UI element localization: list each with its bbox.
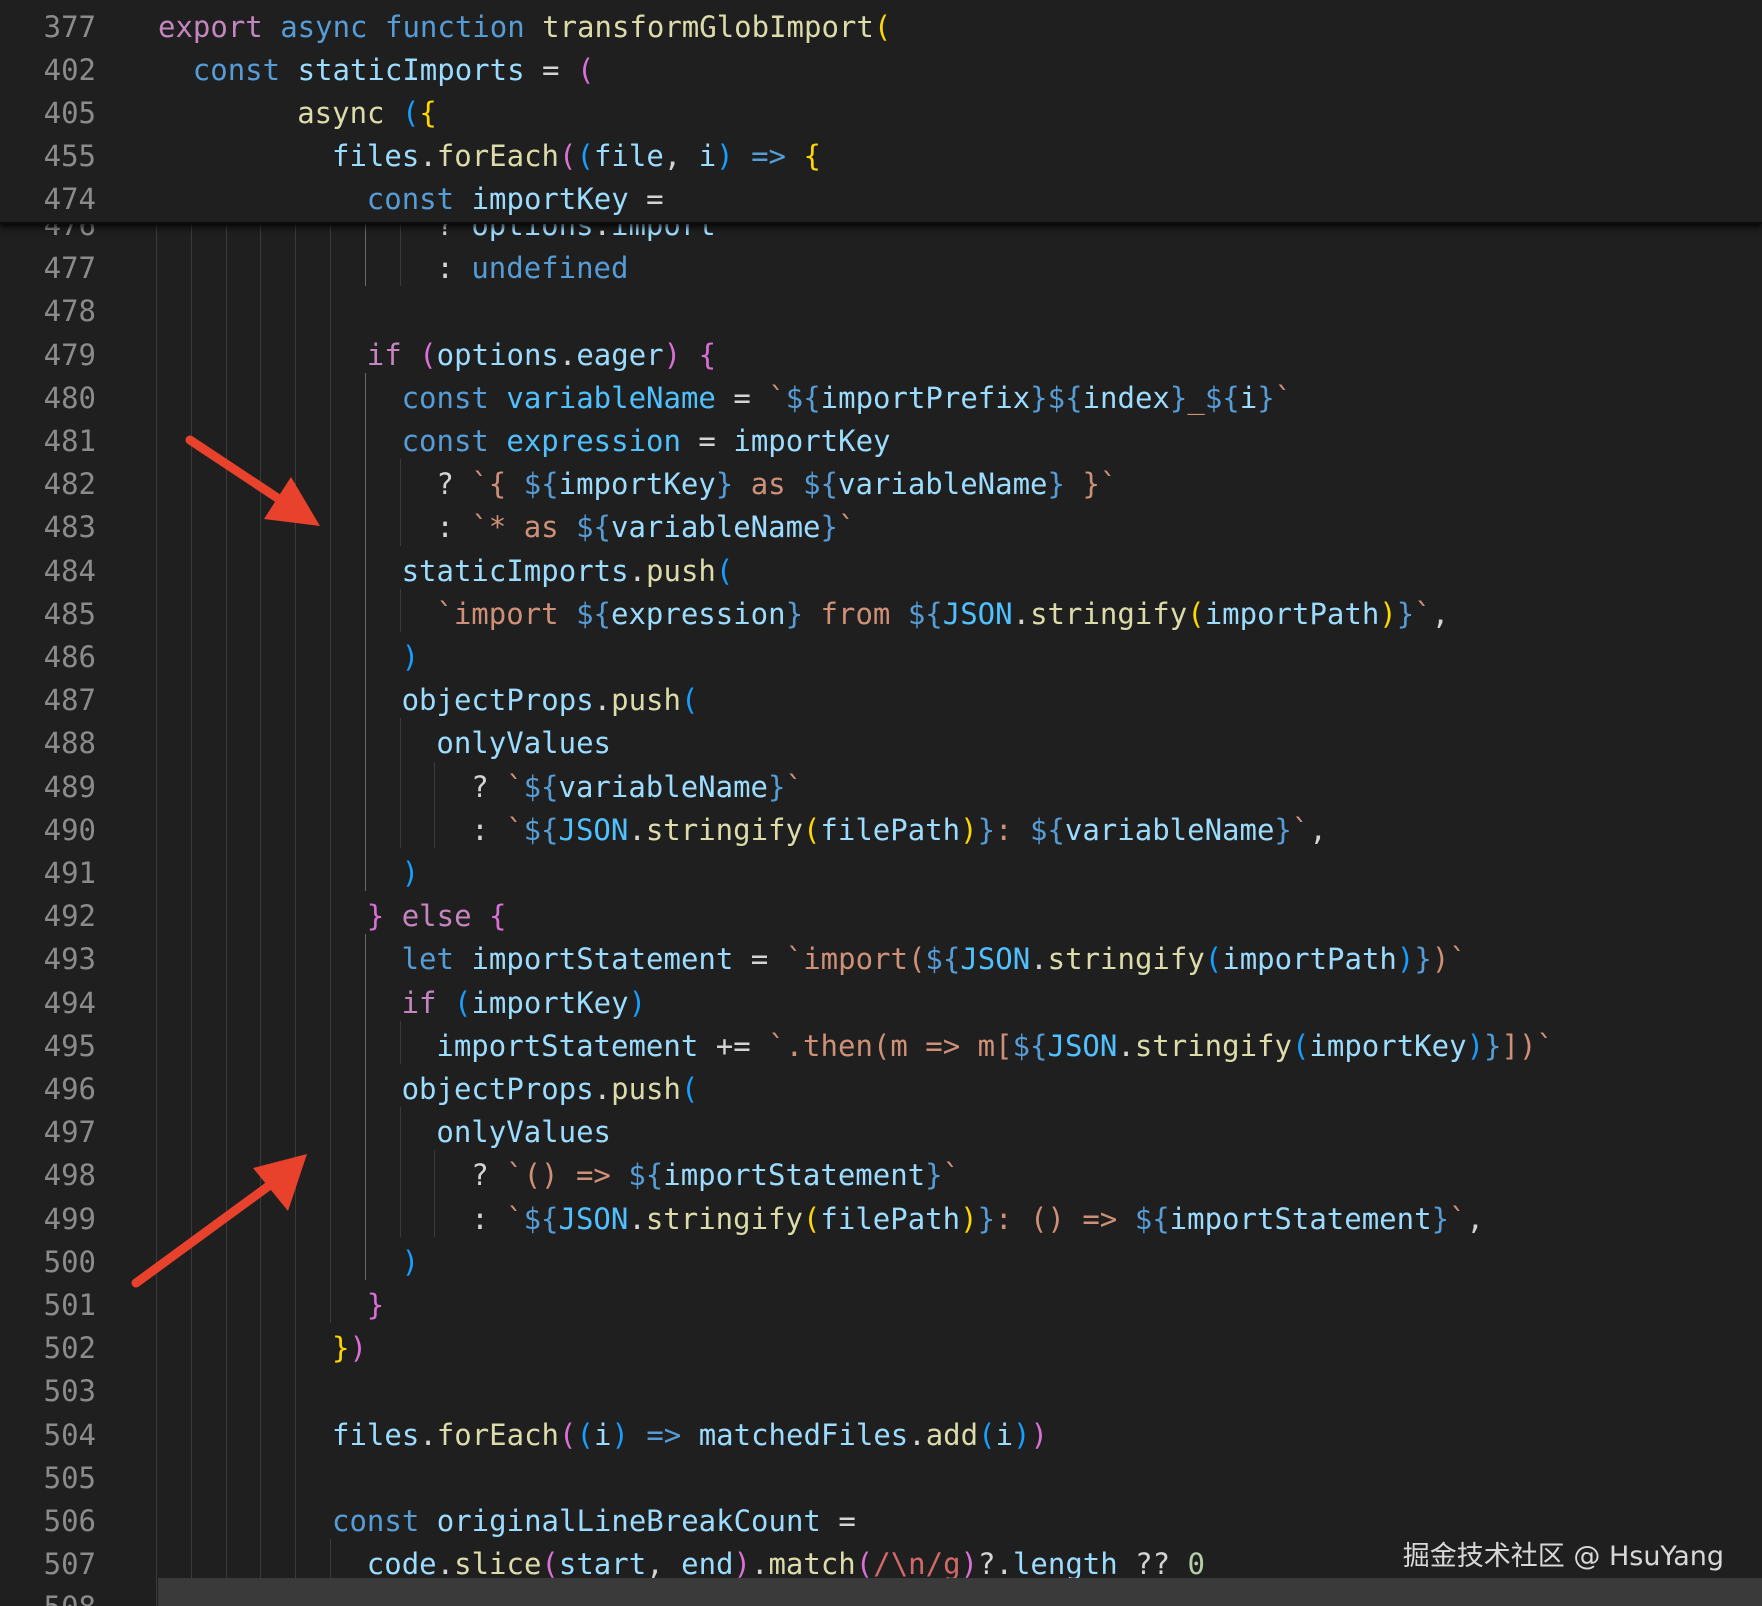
arrow-up-right-icon [131, 1154, 307, 1288]
annotation-arrows [131, 435, 320, 1288]
arrow-down-right-icon [185, 435, 320, 526]
